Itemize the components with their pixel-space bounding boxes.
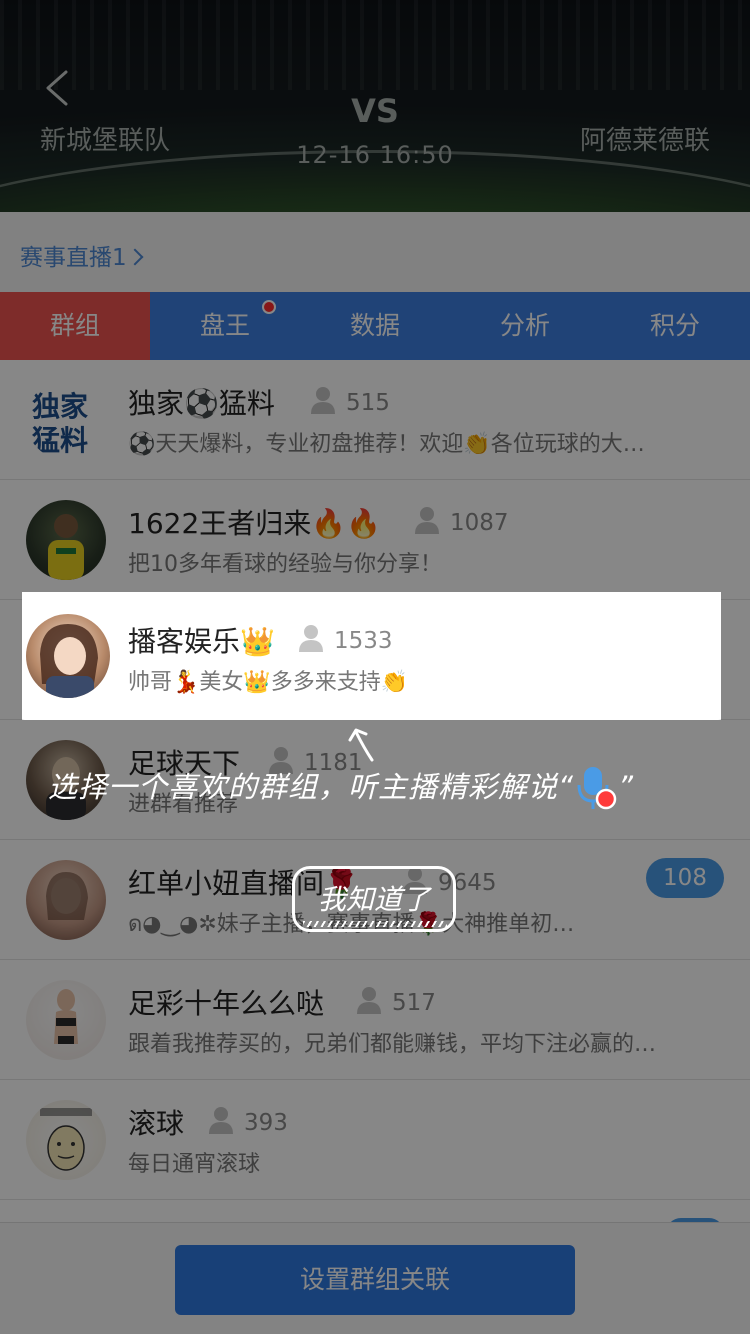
group-row[interactable]: 足球天下 1181 进群看推荐 bbox=[0, 720, 750, 840]
tab-groups[interactable]: 群组 bbox=[0, 292, 150, 360]
live-stream-link[interactable]: 赛事直播1 bbox=[20, 238, 144, 272]
group-avatar bbox=[26, 980, 106, 1060]
unread-count-badge: 108 bbox=[646, 858, 724, 898]
person-icon bbox=[415, 507, 439, 534]
tab-bar: 群组 盘王 数据 分析 积分 bbox=[0, 292, 750, 360]
person-icon bbox=[269, 747, 293, 774]
tab-label: 分析 bbox=[499, 311, 550, 340]
group-avatar bbox=[26, 740, 106, 820]
group-name: 独家⚽猛料 bbox=[128, 387, 275, 420]
member-count: 393 bbox=[208, 1106, 288, 1136]
tab-label: 数据 bbox=[349, 311, 400, 340]
tab-label: 群组 bbox=[49, 311, 100, 340]
group-name: 1622王者归来🔥🔥 bbox=[128, 507, 381, 540]
member-count: 1181 bbox=[268, 746, 363, 776]
group-avatar bbox=[26, 1100, 106, 1180]
away-team-name: 阿德莱德联 bbox=[579, 126, 710, 156]
man-portrait-photo bbox=[46, 757, 86, 820]
group-row[interactable]: 滚球 393 每日通宵滚球 bbox=[0, 1080, 750, 1200]
stadium-lights-background bbox=[0, 0, 750, 90]
football-player-photo bbox=[48, 514, 84, 580]
member-count-value: 1181 bbox=[304, 750, 363, 776]
group-name: 滚球 bbox=[128, 1107, 185, 1140]
got-it-button[interactable]: 我知道了 bbox=[292, 866, 456, 932]
live-stream-label: 赛事直播1 bbox=[20, 245, 127, 271]
svg-text:独家: 独家 bbox=[32, 390, 88, 423]
bottom-action-bar: 设置群组关联 bbox=[0, 1222, 750, 1334]
chevron-right-icon bbox=[126, 248, 144, 266]
tab-label: 盘王 bbox=[199, 311, 250, 340]
tab-pan-king[interactable]: 盘王 bbox=[150, 292, 300, 360]
member-count: 1087 bbox=[414, 506, 509, 536]
calligraphy-logo-icon: 独家 猛料 bbox=[32, 390, 88, 457]
group-description: 每日通宵滚球 bbox=[128, 1152, 261, 1177]
cartoon-face-icon bbox=[40, 1108, 92, 1171]
tab-data[interactable]: 数据 bbox=[300, 292, 450, 360]
live-stream-row: 赛事直播1 bbox=[0, 212, 750, 292]
tab-label: 积分 bbox=[649, 311, 700, 340]
member-count-value: 517 bbox=[392, 990, 436, 1016]
member-count-value: 515 bbox=[346, 390, 390, 416]
group-description: 跟着我推荐买的，兄弟们都能赚钱，平均下注必赢的… bbox=[128, 1032, 657, 1057]
group-name: 足球天下 bbox=[128, 747, 241, 780]
group-description: ⚽天天爆料，专业初盘推荐！欢迎👏各位玩球的大… bbox=[128, 432, 645, 457]
woman-figure-photo bbox=[54, 989, 78, 1044]
notification-dot bbox=[262, 300, 276, 314]
person-icon bbox=[311, 387, 335, 414]
group-row[interactable]: 1622王者归来🔥🔥 1087 把10多年看球的经验与你分享！ bbox=[0, 480, 750, 600]
group-row[interactable] bbox=[0, 600, 750, 720]
member-count: 515 bbox=[310, 386, 390, 416]
member-count-value: 393 bbox=[244, 1110, 288, 1136]
group-row[interactable]: 足彩十年么么哒 517 跟着我推荐买的，兄弟们都能赚钱，平均下注必赢的… bbox=[0, 960, 750, 1080]
tab-points[interactable]: 积分 bbox=[600, 292, 750, 360]
group-description: 进群看推荐 bbox=[128, 792, 239, 817]
svg-text:猛料: 猛料 bbox=[32, 424, 88, 457]
group-row[interactable]: 独家 猛料 独家⚽猛料 515 ⚽天天爆料，专业初盘推荐！欢迎👏各位玩球的大… bbox=[0, 360, 750, 480]
member-count: 517 bbox=[356, 986, 436, 1016]
group-description: 把10多年看球的经验与你分享！ bbox=[128, 552, 442, 577]
group-avatar bbox=[26, 860, 106, 940]
match-header: 新城堡联队 VS 12-16 16:50 阿德莱德联 bbox=[0, 0, 750, 212]
member-count-value: 1087 bbox=[450, 510, 509, 536]
person-icon bbox=[357, 987, 381, 1014]
person-icon bbox=[209, 1107, 233, 1134]
group-avatar: 独家 猛料 bbox=[26, 380, 106, 460]
tab-analysis[interactable]: 分析 bbox=[450, 292, 600, 360]
group-name: 足彩十年么么哒 bbox=[128, 987, 325, 1020]
set-group-link-button[interactable]: 设置群组关联 bbox=[175, 1245, 575, 1315]
button-underline-decoration bbox=[303, 921, 447, 927]
woman-portrait-photo bbox=[46, 872, 88, 920]
got-it-label: 我知道了 bbox=[317, 883, 430, 916]
group-avatar bbox=[26, 500, 106, 580]
